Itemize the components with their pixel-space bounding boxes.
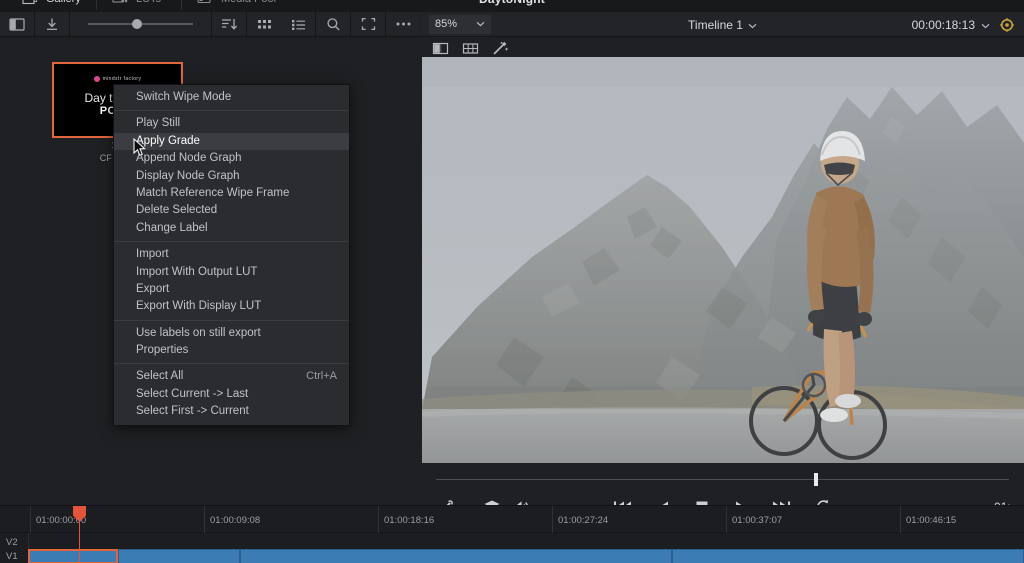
menu-item-select-current-to-last[interactable]: Select Current -> Last	[114, 386, 349, 403]
still-logo: mindstr factory	[54, 76, 181, 82]
menu-separator	[114, 110, 349, 111]
viewer-video-frame[interactable]	[422, 57, 1024, 463]
ruler-tick	[204, 506, 205, 533]
chevron-down-icon	[476, 18, 485, 30]
panel-toggle-icon[interactable]	[0, 12, 34, 37]
gallery-context-menu[interactable]: Switch Wipe Mode Play Still Apply Grade …	[113, 84, 350, 426]
menu-item-accelerator: Ctrl+A	[306, 368, 337, 385]
menu-item-export[interactable]: Export	[114, 281, 349, 298]
thumbnail-size-slider[interactable]	[70, 23, 211, 25]
timeline-clip-selected[interactable]	[28, 549, 118, 563]
menu-item-label: Select First -> Current	[136, 403, 249, 420]
timeline-name: Timeline 1	[688, 18, 743, 32]
magic-wand-icon[interactable]	[487, 39, 513, 58]
track-header-v2[interactable]: V2	[0, 537, 28, 548]
menu-item-apply-grade[interactable]: Apply Grade	[114, 133, 349, 150]
menu-item-label: Change Label	[136, 220, 208, 237]
scrubber-track	[436, 479, 1009, 480]
slider-knob[interactable]	[132, 19, 142, 29]
ruler-timecode-label: 01:00:46:15	[906, 515, 956, 526]
viewer-timecode: 00:00:18:13	[912, 18, 975, 32]
menu-separator	[114, 363, 349, 364]
viewer-options-icon[interactable]	[992, 12, 1022, 37]
davinci-resolve-window: Gallery LUTs Media Pool DaytoNight	[0, 0, 1024, 563]
timeline-panel: 01:00:00:0001:00:09:0801:00:18:1601:00:2…	[0, 505, 1024, 563]
project-title: DaytoNight	[0, 0, 1024, 6]
timeline-ruler[interactable]: 01:00:00:0001:00:09:0801:00:18:1601:00:2…	[0, 506, 1024, 533]
menu-separator	[114, 320, 349, 321]
mouse-cursor-icon	[133, 138, 146, 162]
menu-item-label: Import	[136, 246, 169, 263]
menu-item-play-still[interactable]: Play Still	[114, 115, 349, 132]
menu-item-select-all[interactable]: Select All Ctrl+A	[114, 368, 349, 385]
menu-item-label: Play Still	[136, 115, 180, 132]
search-icon[interactable]	[316, 12, 350, 37]
viewer-scrubber[interactable]	[421, 463, 1024, 493]
menu-item-change-label[interactable]: Change Label	[114, 220, 349, 237]
viewer-toolbar: 85% Timeline 1 00:00:18:13	[421, 12, 1024, 37]
ruler-timecode-label: 01:00:37:07	[732, 515, 782, 526]
menu-item-label: Export With Display LUT	[136, 298, 261, 315]
grid-view-icon[interactable]	[247, 12, 281, 37]
timeline-clip[interactable]	[240, 549, 672, 563]
gallery-toolbar	[0, 12, 420, 37]
timeline-clip[interactable]	[118, 549, 240, 563]
menu-item-append-node-graph[interactable]: Append Node Graph	[114, 150, 349, 167]
menu-item-label: Delete Selected	[136, 202, 217, 219]
timeline-clip[interactable]	[672, 549, 1024, 563]
list-view-icon[interactable]	[281, 12, 315, 37]
still-logo-text: mindstr factory	[103, 76, 142, 82]
track-header-v1[interactable]: V1	[0, 551, 28, 562]
ruler-tick	[900, 506, 901, 533]
menu-item-label: Use labels on still export	[136, 325, 261, 342]
menu-item-import-with-output-lut[interactable]: Import With Output LUT	[114, 264, 349, 281]
menu-item-switch-wipe-mode[interactable]: Switch Wipe Mode	[114, 89, 349, 106]
menu-item-delete-selected[interactable]: Delete Selected	[114, 202, 349, 219]
menu-item-display-node-graph[interactable]: Display Node Graph	[114, 168, 349, 185]
wipe-split-icon[interactable]	[427, 39, 453, 58]
ruler-timecode-label: 01:00:18:16	[384, 515, 434, 526]
chevron-down-icon	[748, 18, 757, 32]
menu-item-use-labels-on-still-export[interactable]: Use labels on still export	[114, 325, 349, 342]
grid-overlay-icon[interactable]	[457, 39, 483, 58]
ruler-timecode-label: 01:00:09:08	[210, 515, 260, 526]
viewer-panel: 85% Timeline 1 00:00:18:13	[421, 12, 1024, 505]
menu-item-label: Append Node Graph	[136, 150, 242, 167]
menu-item-label: Select All	[136, 368, 183, 385]
sort-descending-icon[interactable]	[212, 12, 246, 37]
zoom-level-dropdown[interactable]: 85%	[429, 15, 491, 34]
menu-item-label: Select Current -> Last	[136, 386, 248, 403]
menu-item-select-first-to-current[interactable]: Select First -> Current	[114, 403, 349, 420]
zoom-level-value: 85%	[435, 18, 457, 30]
ruler-tick	[378, 506, 379, 533]
menu-item-label: Import With Output LUT	[136, 264, 257, 281]
logo-dot-icon	[94, 76, 100, 82]
menu-item-properties[interactable]: Properties	[114, 342, 349, 359]
chevron-down-icon	[981, 18, 990, 32]
menu-item-import[interactable]: Import	[114, 246, 349, 263]
scrubber-playhead[interactable]	[814, 473, 818, 486]
page-tab-strip: Gallery LUTs Media Pool DaytoNight	[0, 0, 1024, 12]
ruler-tick	[726, 506, 727, 533]
video-still-image	[422, 57, 1024, 463]
ruler-tick	[30, 506, 31, 533]
menu-item-label: Switch Wipe Mode	[136, 89, 231, 106]
import-still-icon[interactable]	[35, 12, 69, 37]
expand-icon[interactable]	[351, 12, 385, 37]
more-options-icon[interactable]	[386, 12, 420, 37]
ruler-timecode-label: 01:00:27:24	[558, 515, 608, 526]
ruler-tick	[552, 506, 553, 533]
menu-item-label: Match Reference Wipe Frame	[136, 185, 289, 202]
viewer-timecode-display[interactable]: 00:00:18:13	[912, 12, 990, 37]
slider-track	[88, 23, 193, 25]
menu-separator	[114, 241, 349, 242]
menu-item-label: Export	[136, 281, 169, 298]
menu-item-export-with-display-lut[interactable]: Export With Display LUT	[114, 298, 349, 315]
menu-item-label: Properties	[136, 342, 188, 359]
menu-item-match-reference-wipe-frame[interactable]: Match Reference Wipe Frame	[114, 185, 349, 202]
menu-item-label: Display Node Graph	[136, 168, 240, 185]
